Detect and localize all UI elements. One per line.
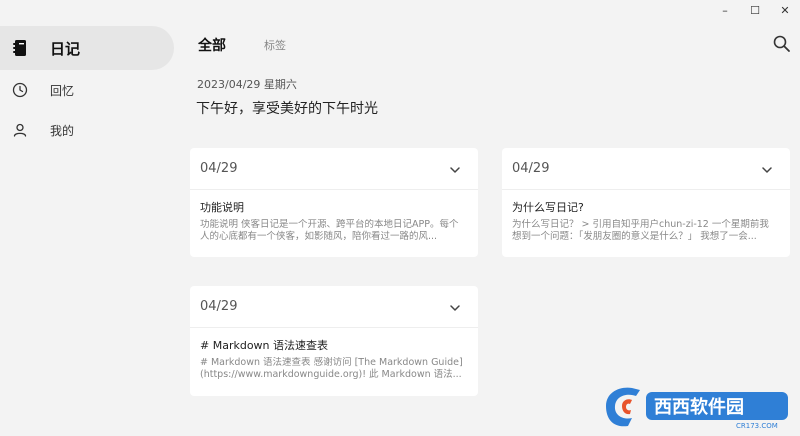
sidebar-item-mine[interactable]: 我的 <box>0 108 174 152</box>
card-excerpt: 功能说明 侠客日记是一个开源、跨平台的本地日记APP。每个人的心底都有一个侠客，… <box>200 219 459 242</box>
clock-icon <box>12 82 28 98</box>
card-date: 04/29 <box>512 161 550 176</box>
sidebar-item-label: 我的 <box>50 123 75 138</box>
chevron-down-icon[interactable] <box>760 162 774 176</box>
app-window: – ☐ ✕ 日记 回忆 我的 全部 标签 2023/04/29 星期六 下午好，… <box>0 0 800 436</box>
user-icon <box>12 122 28 138</box>
card-date: 04/29 <box>200 299 238 314</box>
search-button[interactable] <box>772 34 792 54</box>
chevron-down-icon[interactable] <box>448 300 462 314</box>
greeting-text: 下午好，享受美好的下午时光 <box>196 101 378 117</box>
card-header: 04/29 <box>190 148 478 190</box>
current-date: 2023/04/29 星期六 <box>197 78 297 91</box>
tab-tags[interactable]: 标签 <box>264 37 286 53</box>
sidebar: 日记 回忆 我的 <box>0 0 180 436</box>
diary-card[interactable]: 04/29 # Markdown 语法速查表 # Markdown 语法速查表 … <box>190 286 478 396</box>
card-header: 04/29 <box>502 148 790 190</box>
svg-text:CR173.COM: CR173.COM <box>736 422 778 430</box>
notebook-icon <box>12 40 28 56</box>
card-header: 04/29 <box>190 286 478 328</box>
card-title: 功能说明 <box>200 201 244 214</box>
close-button[interactable]: ✕ <box>770 0 800 20</box>
search-icon <box>773 35 790 52</box>
minimize-button[interactable]: – <box>710 0 740 20</box>
card-date: 04/29 <box>200 161 238 176</box>
sidebar-item-label: 日记 <box>50 39 81 58</box>
tab-all[interactable]: 全部 <box>198 35 226 55</box>
card-excerpt: 为什么写日记？ > 引用自知乎用户chun-zi-12 一个星期前我想到一个问题… <box>512 219 769 242</box>
maximize-button[interactable]: ☐ <box>740 0 770 20</box>
diary-card[interactable]: 04/29 为什么写日记? 为什么写日记？ > 引用自知乎用户chun-zi-1… <box>502 148 790 257</box>
sidebar-item-label: 回忆 <box>50 83 75 98</box>
watermark-logo: 西西软件园 CR173.COM <box>600 382 796 430</box>
svg-text:西西软件园: 西西软件园 <box>654 396 744 418</box>
diary-card[interactable]: 04/29 功能说明 功能说明 侠客日记是一个开源、跨平台的本地日记APP。每个… <box>190 148 478 257</box>
window-controls: – ☐ ✕ <box>710 0 800 20</box>
sidebar-item-diary[interactable]: 日记 <box>0 26 174 70</box>
card-excerpt: # Markdown 语法速查表 感谢访问 [The Markdown Guid… <box>200 357 463 380</box>
chevron-down-icon[interactable] <box>448 162 462 176</box>
card-title: 为什么写日记? <box>512 201 584 214</box>
sidebar-item-memories[interactable]: 回忆 <box>0 68 174 112</box>
card-title: # Markdown 语法速查表 <box>200 339 329 352</box>
